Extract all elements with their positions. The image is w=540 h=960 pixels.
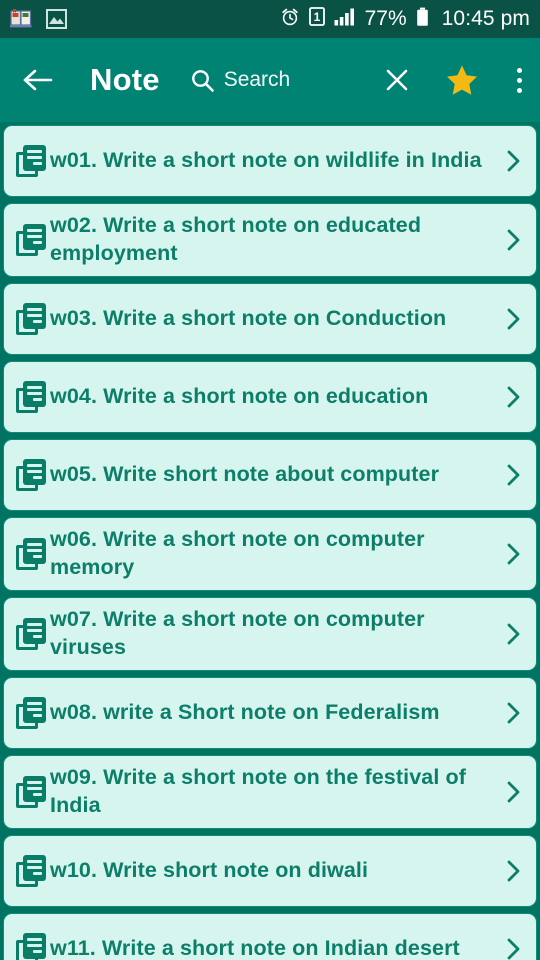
close-icon[interactable] [383, 66, 411, 94]
note-title: w03. Write a short note on Conduction [50, 305, 447, 330]
article-icon [16, 617, 46, 650]
sim-indicator-icon: 1 [308, 7, 325, 31]
favorite-star-icon[interactable] [445, 64, 479, 97]
chevron-right-icon[interactable] [500, 936, 526, 960]
gallery-app-icon [46, 9, 67, 29]
note-title: w04. Write a short note on education [50, 383, 429, 408]
page-title: Note [90, 62, 160, 97]
clock-time: 10:45 pm [441, 7, 530, 30]
search-icon [190, 68, 215, 93]
chevron-right-icon[interactable] [500, 384, 526, 410]
note-list-item[interactable]: w11. Write a short note on Indian desert [3, 912, 537, 960]
article-icon [16, 854, 46, 887]
note-list-item[interactable]: w03. Write a short note on Conduction [3, 282, 537, 355]
note-list-item[interactable]: w09. Write a short note on the festival … [3, 754, 537, 829]
chevron-right-icon[interactable] [500, 227, 526, 253]
note-title: w08. write a Short note on Federalism [50, 699, 440, 724]
status-bar: 1 77% 10:45 pm [0, 0, 540, 38]
note-title: w07. Write a short note on computer viru… [50, 606, 425, 659]
app-bar-actions [383, 64, 526, 97]
chevron-right-icon[interactable] [500, 700, 526, 726]
note-title: w11. Write a short note on Indian desert [50, 935, 460, 960]
note-list[interactable]: w01. Write a short note on wildlife in I… [0, 122, 540, 960]
note-list-item[interactable]: w01. Write a short note on wildlife in I… [3, 125, 537, 197]
chevron-right-icon[interactable] [500, 306, 526, 332]
search-button[interactable]: Search [190, 68, 291, 93]
article-icon [16, 145, 46, 177]
overflow-menu-icon[interactable] [513, 64, 526, 97]
chevron-right-icon[interactable] [500, 462, 526, 488]
article-icon [16, 932, 46, 960]
alarm-clock-icon [280, 7, 300, 32]
signal-bars-icon [334, 7, 356, 31]
search-label: Search [223, 68, 291, 91]
note-list-item[interactable]: w07. Write a short note on computer viru… [3, 596, 537, 671]
note-list-item[interactable]: w02. Write a short note on educated empl… [3, 203, 537, 277]
article-icon [16, 696, 46, 729]
note-title: w10. Write short note on diwali [50, 857, 369, 882]
battery-percentage: 77% [364, 7, 407, 30]
note-title: w05. Write short note about computer [50, 461, 440, 486]
note-list-item[interactable]: w10. Write short note on diwali [3, 834, 537, 907]
article-icon [16, 380, 46, 413]
note-title: w09. Write a short note on the festival … [50, 764, 466, 817]
chevron-right-icon[interactable] [500, 541, 526, 567]
note-list-item[interactable]: w06. Write a short note on computer memo… [3, 516, 537, 591]
battery-icon [416, 7, 429, 32]
chevron-right-icon[interactable] [500, 621, 526, 647]
article-icon [16, 302, 46, 335]
article-icon [16, 775, 46, 808]
article-icon [16, 458, 46, 491]
note-list-item[interactable]: w05. Write short note about computer [3, 438, 537, 511]
note-title: w02. Write a short note on educated empl… [50, 213, 422, 265]
note-title: w06. Write a short note on computer memo… [50, 526, 425, 579]
chevron-right-icon[interactable] [500, 779, 526, 805]
svg-text:1: 1 [313, 10, 320, 24]
note-title: w01. Write a short note on wildlife in I… [50, 148, 482, 173]
status-bar-left-icons [10, 9, 67, 29]
status-bar-right-icons: 1 77% 10:45 pm [280, 7, 530, 32]
article-icon [16, 537, 46, 570]
back-arrow-icon[interactable] [22, 67, 54, 93]
dictionary-app-icon [10, 9, 32, 29]
app-bar: Note Search [0, 38, 540, 122]
note-list-item[interactable]: w08. write a Short note on Federalism [3, 676, 537, 749]
note-list-item[interactable]: w04. Write a short note on education [3, 360, 537, 433]
chevron-right-icon[interactable] [500, 148, 526, 174]
chevron-right-icon[interactable] [500, 858, 526, 884]
article-icon [16, 223, 46, 256]
